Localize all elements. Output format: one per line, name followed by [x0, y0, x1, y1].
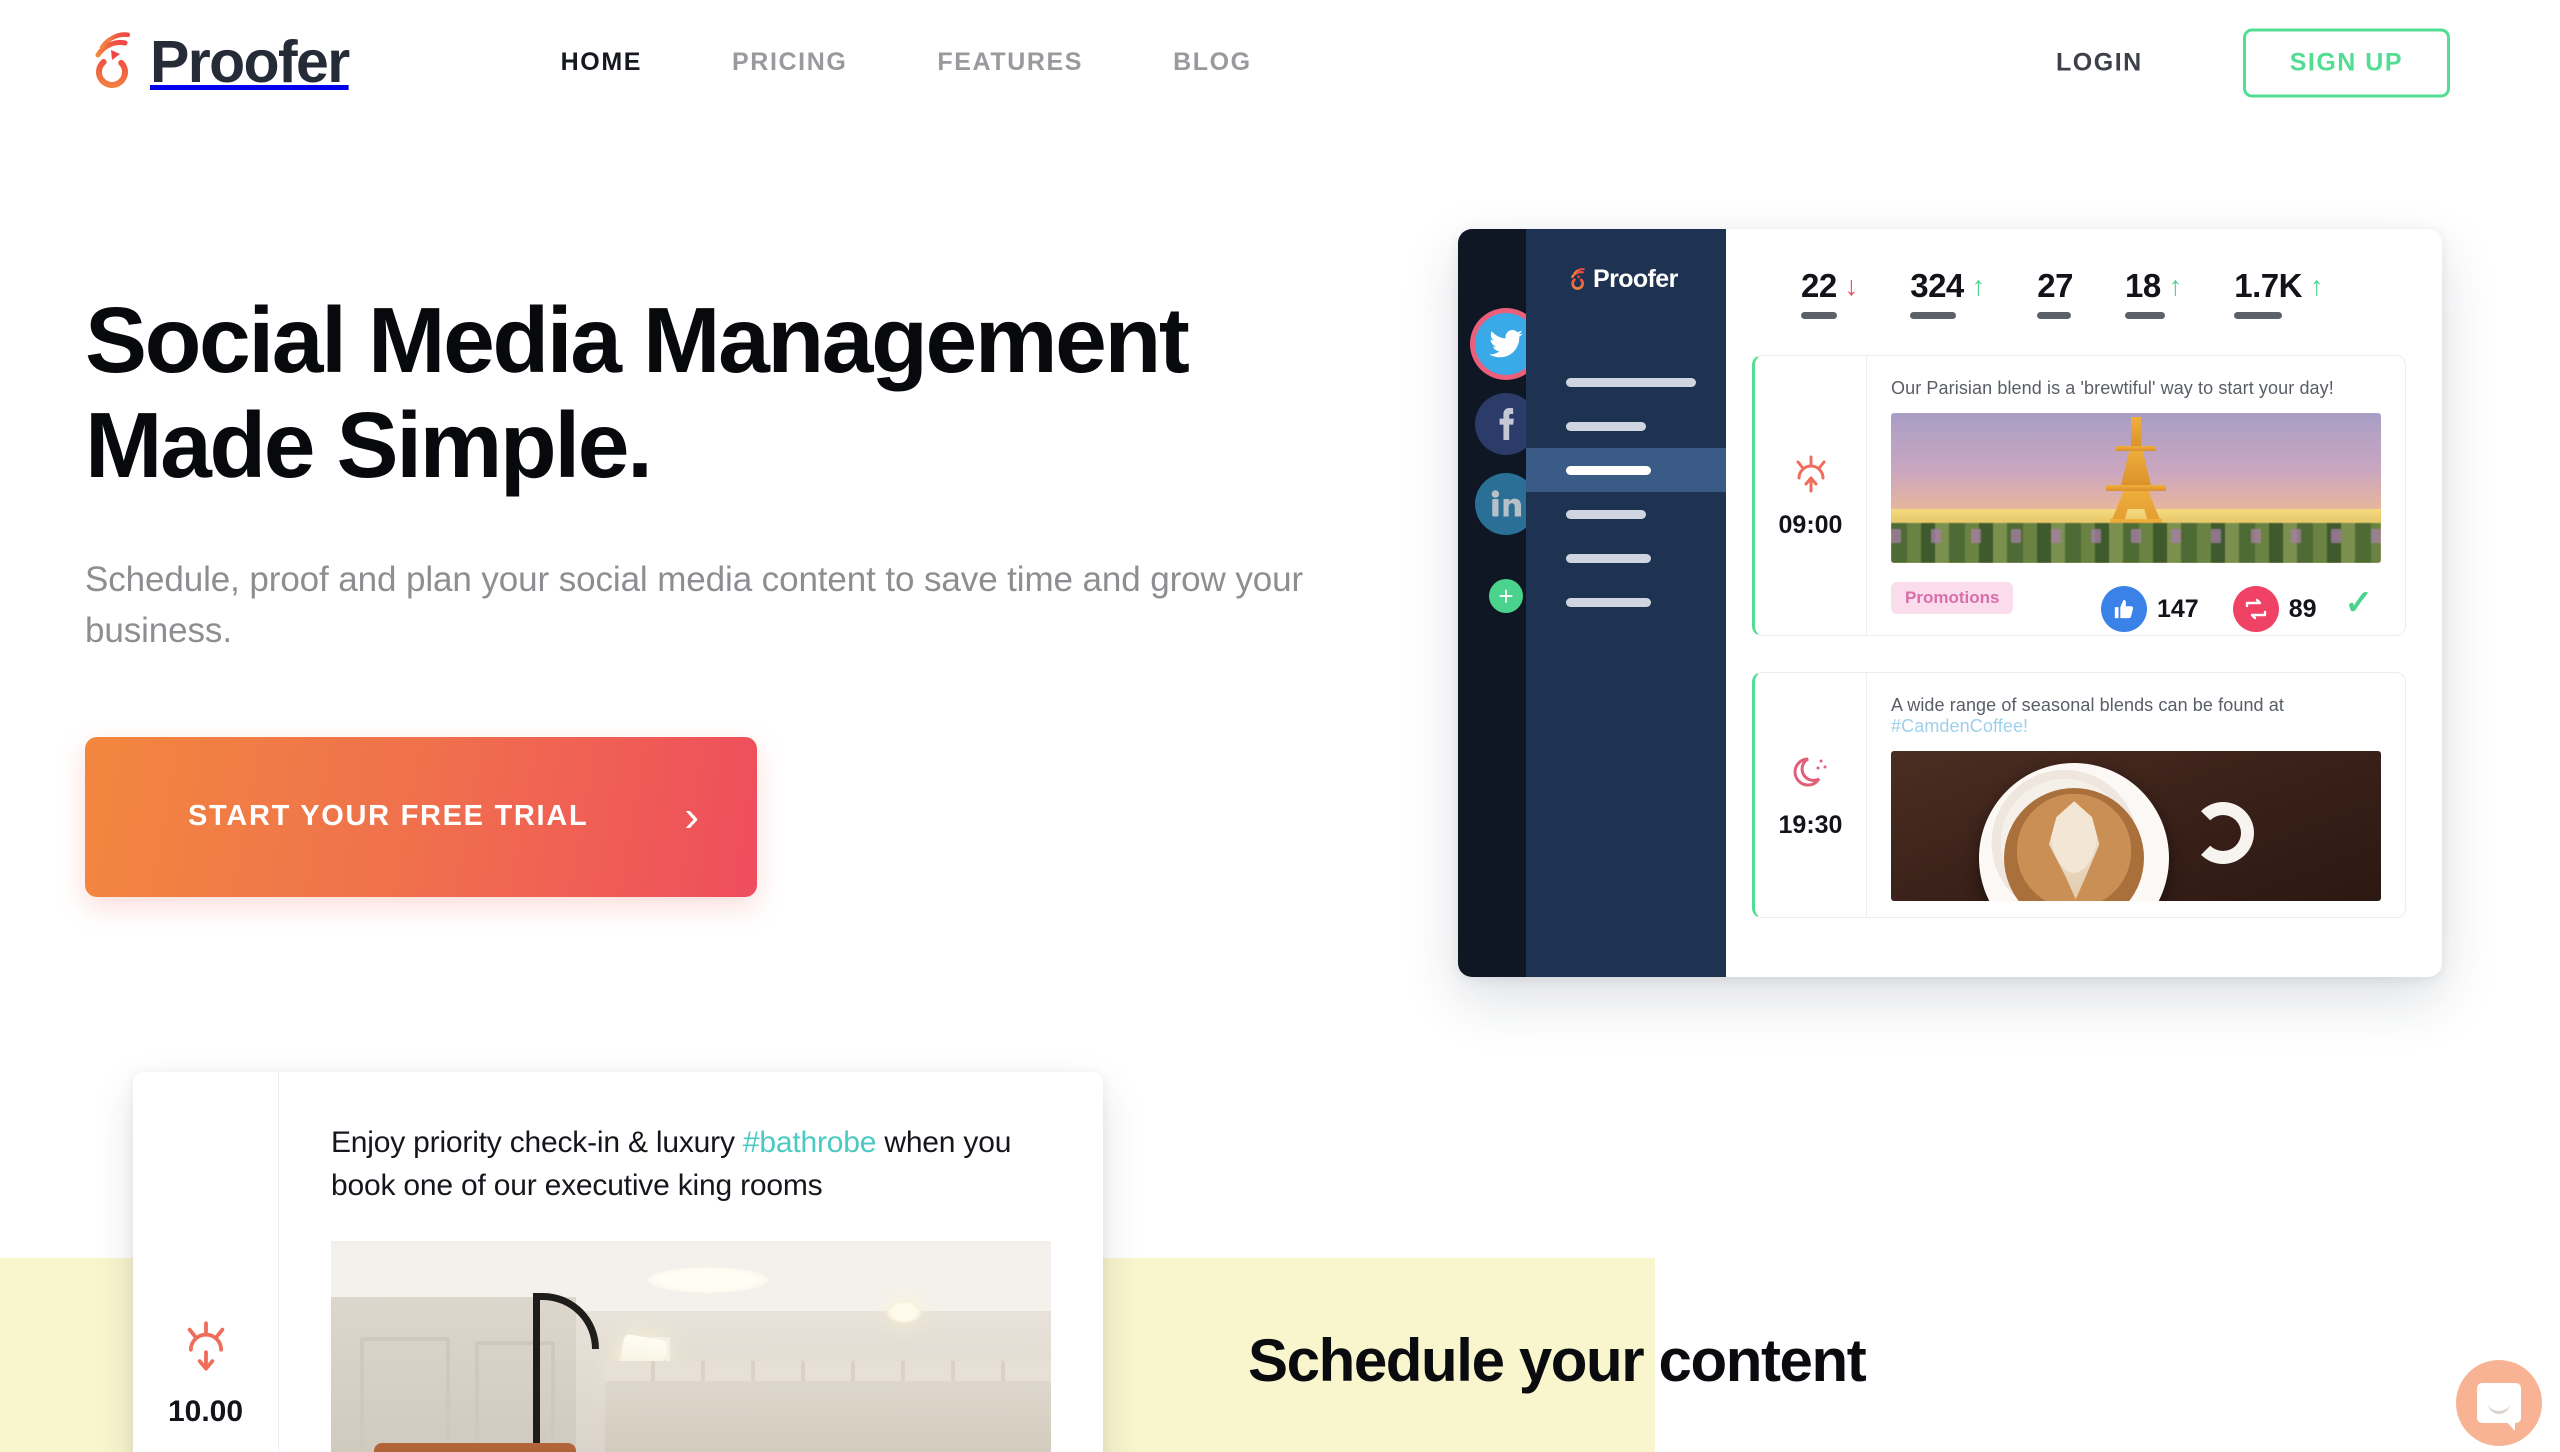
login-link[interactable]: LOGIN	[2056, 48, 2143, 77]
brand-name: Proofer	[150, 29, 350, 95]
hero-subheading: Schedule, proof and plan your social med…	[85, 560, 1304, 650]
schedule-post-card[interactable]: 10.00 Enjoy priority check-in & luxury #…	[133, 1072, 1103, 1452]
post-schedule-time: 09:00	[1755, 356, 1867, 635]
stat-item: 1.7K ↑	[2234, 267, 2323, 319]
post-text-before: Enjoy priority check-in & luxury	[331, 1126, 743, 1159]
post-text: A wide range of seasonal blends can be f…	[1891, 695, 2381, 737]
header-actions: LOGIN SIGN UP	[2056, 28, 2450, 97]
proofer-swirl-icon	[82, 31, 136, 94]
retweet-icon[interactable]	[2232, 586, 2279, 632]
arrow-up-icon: ↑	[2168, 270, 2183, 301]
moon-icon	[1788, 751, 1834, 797]
mockup-menu-item[interactable]	[1526, 492, 1726, 536]
post-card[interactable]: 09:00 Our Parisian blend is a 'brewtiful…	[1752, 355, 2406, 636]
stats-row: 22 ↓ 324 ↑ 27 18 ↑ 1.7K ↑	[1726, 229, 2442, 319]
mockup-menu	[1526, 360, 1726, 624]
post-schedule-time: 10.00	[133, 1072, 279, 1452]
headline-line-2: Made Simple.	[85, 393, 653, 498]
sunset-icon	[177, 1317, 235, 1375]
latte-art-coffee-photo	[1891, 751, 2381, 901]
arrow-down-icon: ↓	[1844, 270, 1859, 301]
brand-logo[interactable]: Proofer	[82, 29, 350, 95]
post-text-body: A wide range of seasonal blends can be f…	[1891, 695, 2284, 715]
mockup-menu-item[interactable]	[1526, 580, 1726, 624]
thumbs-up-icon[interactable]	[2101, 586, 2147, 632]
section-heading: Schedule your content	[1248, 1327, 1867, 1394]
mockup-main: 22 ↓ 324 ↑ 27 18 ↑ 1.7K ↑ 09:00 Our Pari…	[1726, 229, 2442, 977]
stat-underline	[2125, 312, 2165, 319]
post-text: Our Parisian blend is a 'brewtiful' way …	[1891, 378, 2334, 398]
chat-support-button[interactable]	[2456, 1360, 2542, 1446]
headline-line-1: Social Media Management	[85, 288, 1190, 392]
approved-check-icon: ✓	[2344, 584, 2374, 622]
post-time-text: 09:00	[1778, 511, 1843, 539]
status-badge: Promotions	[1891, 582, 2014, 614]
retweet-count: 89	[2288, 594, 2317, 623]
mockup-menu-item[interactable]	[1526, 360, 1726, 404]
post-footer: Promotions 147 89 ✓	[1891, 577, 2381, 632]
deco-line-yellow	[1135, 402, 1485, 405]
nav-item-blog[interactable]: BLOG	[1173, 48, 1252, 77]
post-hashtag[interactable]: #CamdenCoffee!	[1891, 716, 2028, 736]
post-schedule-time: 19:30	[1755, 673, 1867, 917]
stat-underline	[2234, 312, 2283, 319]
arrow-up-icon: ↑	[2309, 270, 2324, 301]
nav-item-home[interactable]: HOME	[561, 48, 642, 77]
post-body: Enjoy priority check-in & luxury #bathro…	[279, 1072, 1103, 1452]
plus-icon[interactable]: +	[1489, 579, 1523, 613]
landing-page: Proofer HOME PRICING FEATURES BLOG LOGIN…	[0, 0, 2560, 1452]
post-time-text: 19:30	[1778, 810, 1843, 839]
stat-value: 27	[2037, 267, 2073, 304]
post-text: Enjoy priority check-in & luxury #bathro…	[331, 1122, 1051, 1207]
like-count: 147	[2157, 594, 2199, 623]
deco-line-peach	[1015, 448, 1455, 451]
stat-value: 1.7K	[2234, 267, 2302, 304]
mockup-sidebar: Proofer	[1526, 229, 1726, 977]
post-body: Our Parisian blend is a 'brewtiful' way …	[1867, 356, 2405, 635]
chat-bubble-icon	[2477, 1383, 2521, 1431]
start-free-trial-button[interactable]: START YOUR FREE TRIAL ›	[85, 736, 757, 897]
stat-underline	[1910, 312, 1957, 319]
stat-value: 18	[2125, 267, 2161, 304]
stat-item: 27	[2037, 267, 2073, 319]
page-title: Social Media Management Made Simple.	[85, 288, 1485, 498]
post-body: A wide range of seasonal blends can be f…	[1867, 673, 2405, 917]
eiffel-tower-sunset-photo	[1891, 413, 2381, 563]
chevron-right-icon: ›	[684, 791, 699, 841]
hero-content: Social Media Management Made Simple. Sch…	[85, 288, 1485, 897]
arrow-up-icon: ↑	[1971, 270, 1986, 301]
sunrise-icon	[1788, 451, 1834, 497]
stat-value: 22	[1801, 267, 1837, 304]
mockup-social-rail: +	[1458, 229, 1537, 977]
app-mockup: + Proofer 22 ↓ 324 ↑ 27 18 ↑ 1.7K ↑ 09:0…	[1458, 229, 2442, 977]
site-header: Proofer HOME PRICING FEATURES BLOG LOGIN…	[0, 0, 2560, 125]
mockup-menu-item[interactable]	[1526, 536, 1726, 580]
nav-item-features[interactable]: FEATURES	[937, 48, 1083, 77]
post-hashtag[interactable]: #bathrobe	[743, 1126, 877, 1159]
stat-item: 324 ↑	[1910, 267, 1985, 319]
main-nav: HOME PRICING FEATURES BLOG	[561, 48, 1252, 77]
engagement-stats: 147 89	[2101, 586, 2351, 632]
stat-value: 324	[1910, 267, 1964, 304]
mockup-brand: Proofer	[1566, 265, 1726, 294]
stat-underline	[1801, 312, 1837, 319]
post-time-text: 10.00	[167, 1395, 244, 1428]
signup-button[interactable]: SIGN UP	[2242, 28, 2450, 97]
stat-item: 22 ↓	[1801, 267, 1858, 319]
cta-label: START YOUR FREE TRIAL	[188, 800, 589, 833]
mockup-brand-name: Proofer	[1593, 265, 1678, 293]
hotel-bedroom-photo	[331, 1241, 1051, 1452]
mockup-menu-item[interactable]	[1526, 404, 1726, 448]
post-card[interactable]: 19:30 A wide range of seasonal blends ca…	[1752, 672, 2406, 918]
stat-underline	[2037, 312, 2072, 319]
nav-item-pricing[interactable]: PRICING	[732, 48, 847, 77]
stat-item: 18 ↑	[2125, 267, 2182, 319]
proofer-swirl-icon-small	[1566, 267, 1587, 292]
mockup-menu-item-selected[interactable]	[1526, 448, 1726, 492]
